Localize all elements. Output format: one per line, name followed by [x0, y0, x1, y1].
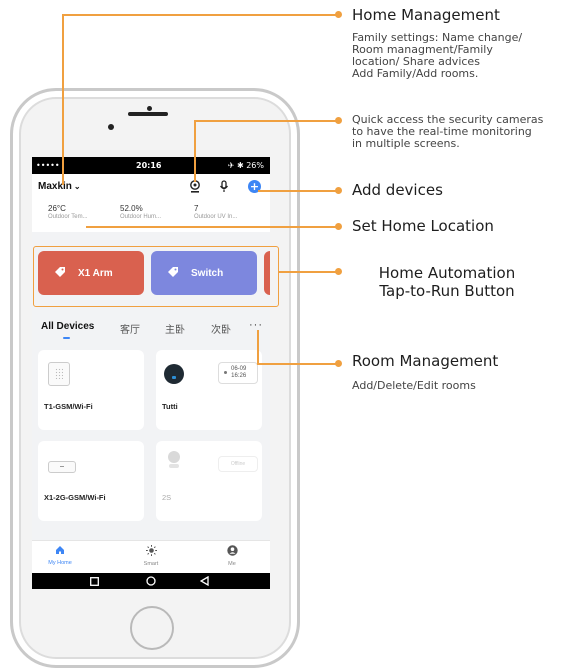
room-tabs: All Devices 客厅 主卧 次卧 ··· — [32, 317, 270, 339]
leader-room-management-h — [257, 363, 337, 365]
smart-plug-icon — [164, 364, 184, 384]
home-management-description: Family settings: Name change/ Room manag… — [352, 31, 523, 80]
home-icon — [40, 545, 80, 559]
alarm-hub-icon — [48, 461, 76, 473]
home-management-title: Home Management — [352, 6, 500, 24]
proximity-sensor — [108, 124, 114, 130]
tab-living-room[interactable]: 客厅 — [120, 321, 140, 336]
signal-indicator: ••••• — [36, 161, 60, 170]
leader-cameras-h — [194, 120, 337, 122]
status-time: 20:16 — [136, 161, 162, 170]
tab-master-bedroom[interactable]: 主卧 — [165, 321, 185, 336]
alarm-panel-icon — [48, 362, 70, 386]
home-selector[interactable]: Maxkin ⌄ — [38, 181, 81, 192]
device-card-t1-gsm[interactable]: T1-GSM/Wi-Fi — [38, 350, 144, 430]
schedule-date: 06-09 — [231, 366, 247, 372]
device-name: T1-GSM/Wi-Fi — [44, 402, 93, 411]
tab-my-home[interactable]: My Home — [40, 545, 80, 566]
set-home-location-label: Set Home Location — [352, 217, 494, 235]
cameras-description: Quick access the security cameras to hav… — [352, 113, 544, 150]
schedule-badge: 06-09 16:26 — [218, 362, 258, 384]
automation-highlight-box — [33, 246, 279, 307]
add-devices-label: Add devices — [352, 181, 443, 199]
device-card-x1-2g[interactable]: X1-2G-GSM/Wi-Fi — [38, 441, 144, 521]
chevron-down-icon: ⌄ — [73, 182, 81, 191]
leader-dot — [335, 187, 342, 194]
device-name: X1-2G-GSM/Wi-Fi — [44, 493, 106, 502]
leader-dot — [335, 360, 342, 367]
weather-humidity: 52.0% Outdoor Hum... — [120, 204, 162, 220]
room-management-title: Room Management — [352, 352, 499, 370]
battery-indicator: ✈ ✱ 26% — [227, 161, 264, 170]
leader-automation — [279, 271, 337, 273]
front-camera — [147, 106, 152, 111]
device-card-tutti[interactable]: 06-09 16:26 Tutti — [156, 350, 262, 430]
profile-icon — [212, 545, 252, 560]
room-management-description: Add/Delete/Edit rooms — [352, 379, 476, 392]
tab-second-bedroom[interactable]: 次卧 — [211, 321, 231, 336]
status-bar: ••••• 20:16 ✈ ✱ 26% — [32, 157, 270, 174]
schedule-time: 16:26 — [231, 373, 247, 379]
tab-smart[interactable]: Smart — [131, 545, 171, 567]
leader-home-management-h — [62, 14, 337, 16]
leader-home-location — [86, 226, 337, 228]
active-tab-indicator — [63, 337, 70, 339]
earpiece-speaker — [128, 112, 168, 116]
leader-cameras-v — [194, 120, 196, 182]
more-icon[interactable]: ··· — [249, 319, 263, 331]
weather-uv-index: 7 Outdoor UV In... — [194, 204, 238, 220]
leader-dot — [335, 117, 342, 124]
camera-device-icon — [168, 451, 180, 469]
leader-home-management — [62, 14, 64, 185]
leader-dot — [335, 268, 342, 275]
tab-all-devices[interactable]: All Devices — [41, 321, 94, 332]
app-header: Maxkin ⌄ + — [32, 174, 270, 198]
home-button[interactable] — [130, 606, 174, 650]
recent-apps-icon[interactable] — [90, 574, 99, 589]
home-circle-icon[interactable] — [146, 574, 156, 589]
offline-badge: Offline — [218, 456, 258, 472]
leader-room-management-v — [257, 330, 259, 364]
bottom-tab-bar: My Home Smart Me — [32, 540, 270, 573]
device-name: Tutti — [162, 402, 178, 411]
back-triangle-icon[interactable] — [199, 574, 209, 589]
tab-me[interactable]: Me — [212, 545, 252, 567]
weather-temperature: 26°C Outdoor Tem... — [48, 204, 88, 220]
android-nav-bar — [32, 573, 270, 589]
leader-dot — [335, 11, 342, 18]
microphone-icon[interactable] — [217, 180, 230, 193]
device-card-2s[interactable]: Offline 2S — [156, 441, 262, 521]
leader-dot — [335, 223, 342, 230]
app-screen: ••••• 20:16 ✈ ✱ 26% Maxkin ⌄ + 26°C Outdo… — [32, 157, 270, 589]
sun-icon — [131, 545, 171, 560]
home-automation-label: Home Automation Tap-to-Run Button — [378, 264, 516, 300]
device-name: 2S — [162, 493, 172, 502]
leader-add-devices — [258, 190, 337, 192]
home-name-label: Maxkin — [38, 181, 72, 192]
